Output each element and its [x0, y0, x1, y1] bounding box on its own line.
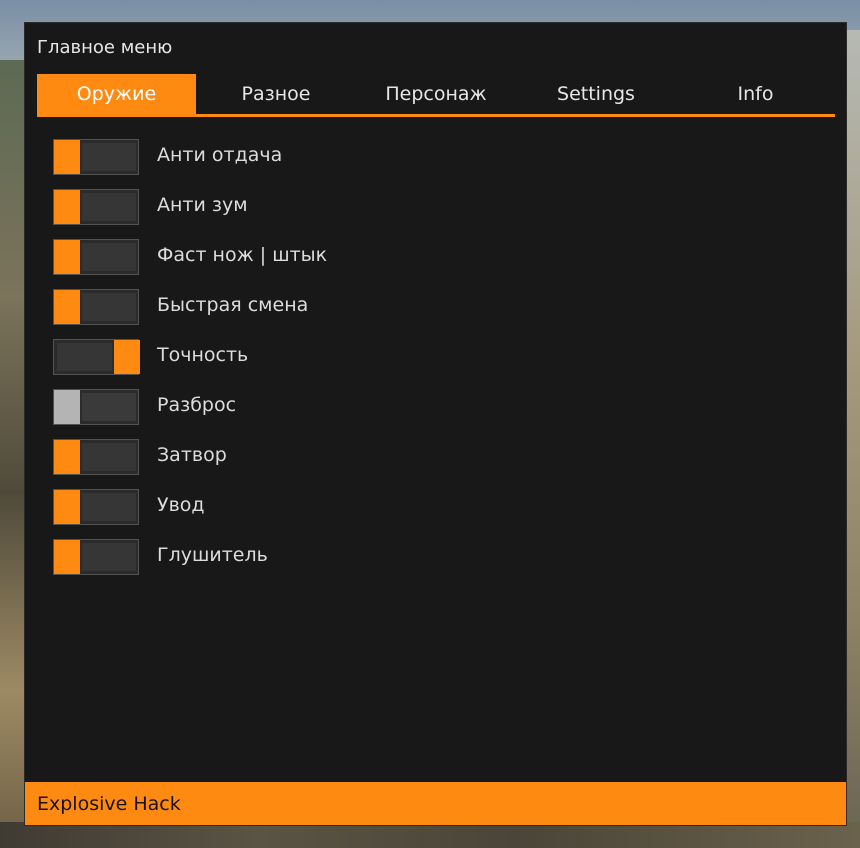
option-drift: Увод [53, 489, 453, 525]
accuracy-toggle[interactable] [53, 339, 140, 375]
tab-weapon[interactable]: Оружие [37, 74, 196, 114]
option-label: Увод [157, 494, 205, 516]
option-fast-knife: Фаст нож | штык [53, 239, 453, 275]
silencer-toggle[interactable] [53, 539, 139, 575]
fast-knife-toggle[interactable] [53, 239, 139, 275]
option-fast-switch: Быстрая смена [53, 289, 453, 325]
option-label: Фаст нож | штык [157, 244, 328, 266]
option-label: Анти зум [157, 194, 248, 216]
option-accuracy: Точность [53, 339, 453, 375]
footer-bar: Explosive Hack [25, 782, 846, 825]
option-spread: Разброс [53, 389, 453, 425]
option-label: Разброс [157, 394, 237, 416]
option-anti-recoil: Анти отдача [53, 139, 453, 175]
option-label: Точность [157, 344, 249, 366]
tab-info[interactable]: Info [676, 74, 835, 114]
spread-toggle[interactable] [53, 389, 139, 425]
tab-misc[interactable]: Разное [196, 74, 356, 114]
footer-brand: Explosive Hack [37, 793, 181, 815]
option-label: Затвор [157, 444, 227, 466]
fast-switch-toggle[interactable] [53, 289, 139, 325]
anti-zoom-toggle[interactable] [53, 189, 139, 225]
window-title: Главное меню [37, 37, 173, 58]
bolt-toggle[interactable] [53, 439, 139, 475]
anti-recoil-toggle[interactable] [53, 139, 139, 175]
main-menu-window: Главное меню Оружие Разное Персонаж Sett… [24, 22, 847, 826]
option-label: Анти отдача [157, 144, 283, 166]
option-bolt: Затвор [53, 439, 453, 475]
tab-character[interactable]: Персонаж [356, 74, 516, 114]
option-label: Глушитель [157, 544, 268, 566]
option-silencer: Глушитель [53, 539, 453, 575]
option-anti-zoom: Анти зум [53, 189, 453, 225]
tab-settings[interactable]: Settings [516, 74, 676, 114]
tab-bar: Оружие Разное Персонаж Settings Info [37, 74, 835, 117]
drift-toggle[interactable] [53, 489, 139, 525]
option-label: Быстрая смена [157, 294, 309, 316]
